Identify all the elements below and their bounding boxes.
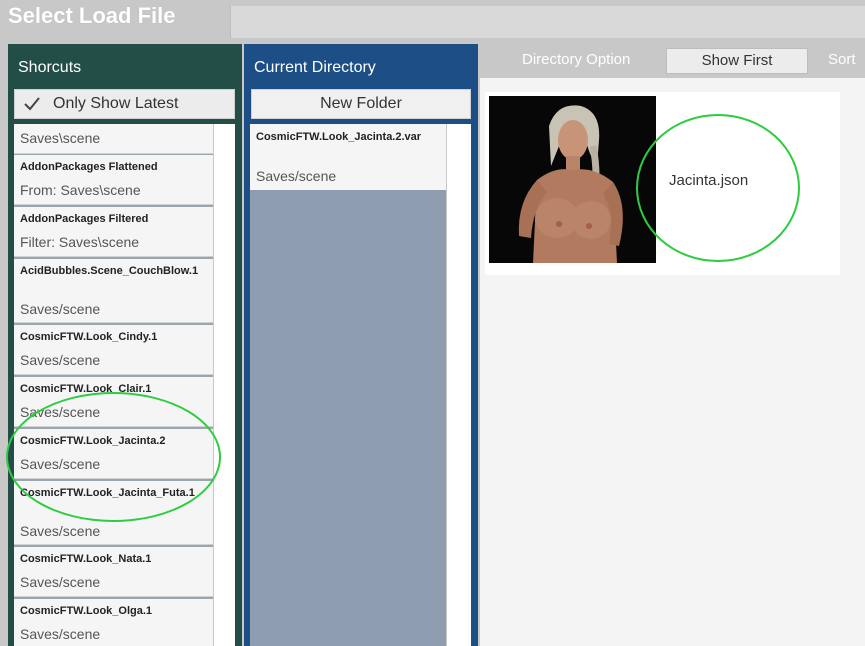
shortcut-subtitle: Saves/scene [20,574,101,590]
shortcut-title: CosmicFTW.Look_Jacinta_Futa.1 [20,487,195,499]
shortcut-subtitle: From: Saves\scene [20,182,141,198]
show-first-button[interactable]: Show First [666,48,808,74]
checkmark-icon [24,97,40,111]
shortcut-subtitle: Saves\scene [20,130,101,146]
shortcut-title: CosmicFTW.Look_Olga.1 [20,605,153,617]
shortcuts-panel: Shorcuts Only Show Latest Saves\scene Ad… [8,44,242,646]
shortcut-subtitle: Saves/scene [20,352,101,368]
shortcut-item[interactable]: CosmicFTW.Look_Olga.1 Saves/scene [14,599,214,646]
current-directory-panel: Current Directory New Folder CosmicFTW.L… [244,44,478,646]
shortcut-subtitle: Saves/scene [20,456,101,472]
shortcut-item[interactable]: CosmicFTW.Look_Nata.1 Saves/scene [14,547,214,597]
shortcut-title: CosmicFTW.Look_Clair.1 [20,383,152,395]
directory-item-subtitle: Saves/scene [256,168,337,184]
title-bar-fill [230,6,865,38]
shortcut-item[interactable]: CosmicFTW.Look_Cindy.1 Saves/scene [14,325,214,375]
shortcut-subtitle: Saves/scene [20,301,101,317]
shortcut-item[interactable]: Saves\scene [14,124,214,154]
directory-list: CosmicFTW.Look_Jacinta.2.var Saves/scene [250,124,446,646]
only-show-latest-label: Only Show Latest [53,95,179,112]
shortcut-title: AddonPackages Flattened [20,161,158,173]
character-portrait-thumbnail [489,96,656,263]
shortcut-item[interactable]: CosmicFTW.Look_Jacinta.2 Saves/scene [14,429,214,479]
shortcut-item[interactable]: CosmicFTW.Look_Jacinta_Futa.1 Saves/scen… [14,481,214,545]
file-card[interactable]: Jacinta.json [485,92,840,275]
title-bar: Select Load File [0,0,865,42]
directory-scrollbar[interactable] [446,124,471,646]
sort-label[interactable]: Sort [828,51,856,68]
file-browser-area: Jacinta.json [480,78,865,646]
shortcut-title: CosmicFTW.Look_Cindy.1 [20,331,158,343]
shortcut-item[interactable]: AcidBubbles.Scene_CouchBlow.1 Saves/scen… [14,259,214,323]
shortcut-subtitle: Filter: Saves\scene [20,234,140,250]
shortcut-item[interactable]: AddonPackages Flattened From: Saves\scen… [14,155,214,205]
shortcut-scrollbar[interactable] [213,124,235,646]
shortcut-subtitle: Saves/scene [20,523,101,539]
only-show-latest-toggle[interactable]: Only Show Latest [14,89,235,119]
current-directory-header: Current Directory [254,59,376,76]
shortcut-item[interactable]: AddonPackages Filtered Filter: Saves\sce… [14,207,214,257]
options-bar: Directory Option Show First Sort [480,44,865,76]
directory-item-title: CosmicFTW.Look_Jacinta.2.var [256,131,422,143]
shortcut-subtitle: Saves/scene [20,626,101,642]
window-title: Select Load File [8,3,176,28]
shortcuts-header: Shorcuts [18,59,82,76]
file-name: Jacinta.json [669,172,749,189]
new-folder-button[interactable]: New Folder [251,89,471,119]
shortcut-title: AddonPackages Filtered [20,213,149,225]
directory-item[interactable]: CosmicFTW.Look_Jacinta.2.var Saves/scene [250,124,446,190]
shortcut-title: CosmicFTW.Look_Nata.1 [20,553,152,565]
directory-option-label: Directory Option [522,51,631,68]
shortcut-list: Saves\scene AddonPackages Flattened From… [14,124,214,646]
shortcut-title: CosmicFTW.Look_Jacinta.2 [20,435,166,447]
shortcut-subtitle: Saves/scene [20,404,101,420]
character-portrait-image [489,96,656,263]
shortcut-item[interactable]: CosmicFTW.Look_Clair.1 Saves/scene [14,377,214,427]
shortcut-title: AcidBubbles.Scene_CouchBlow.1 [20,265,199,277]
